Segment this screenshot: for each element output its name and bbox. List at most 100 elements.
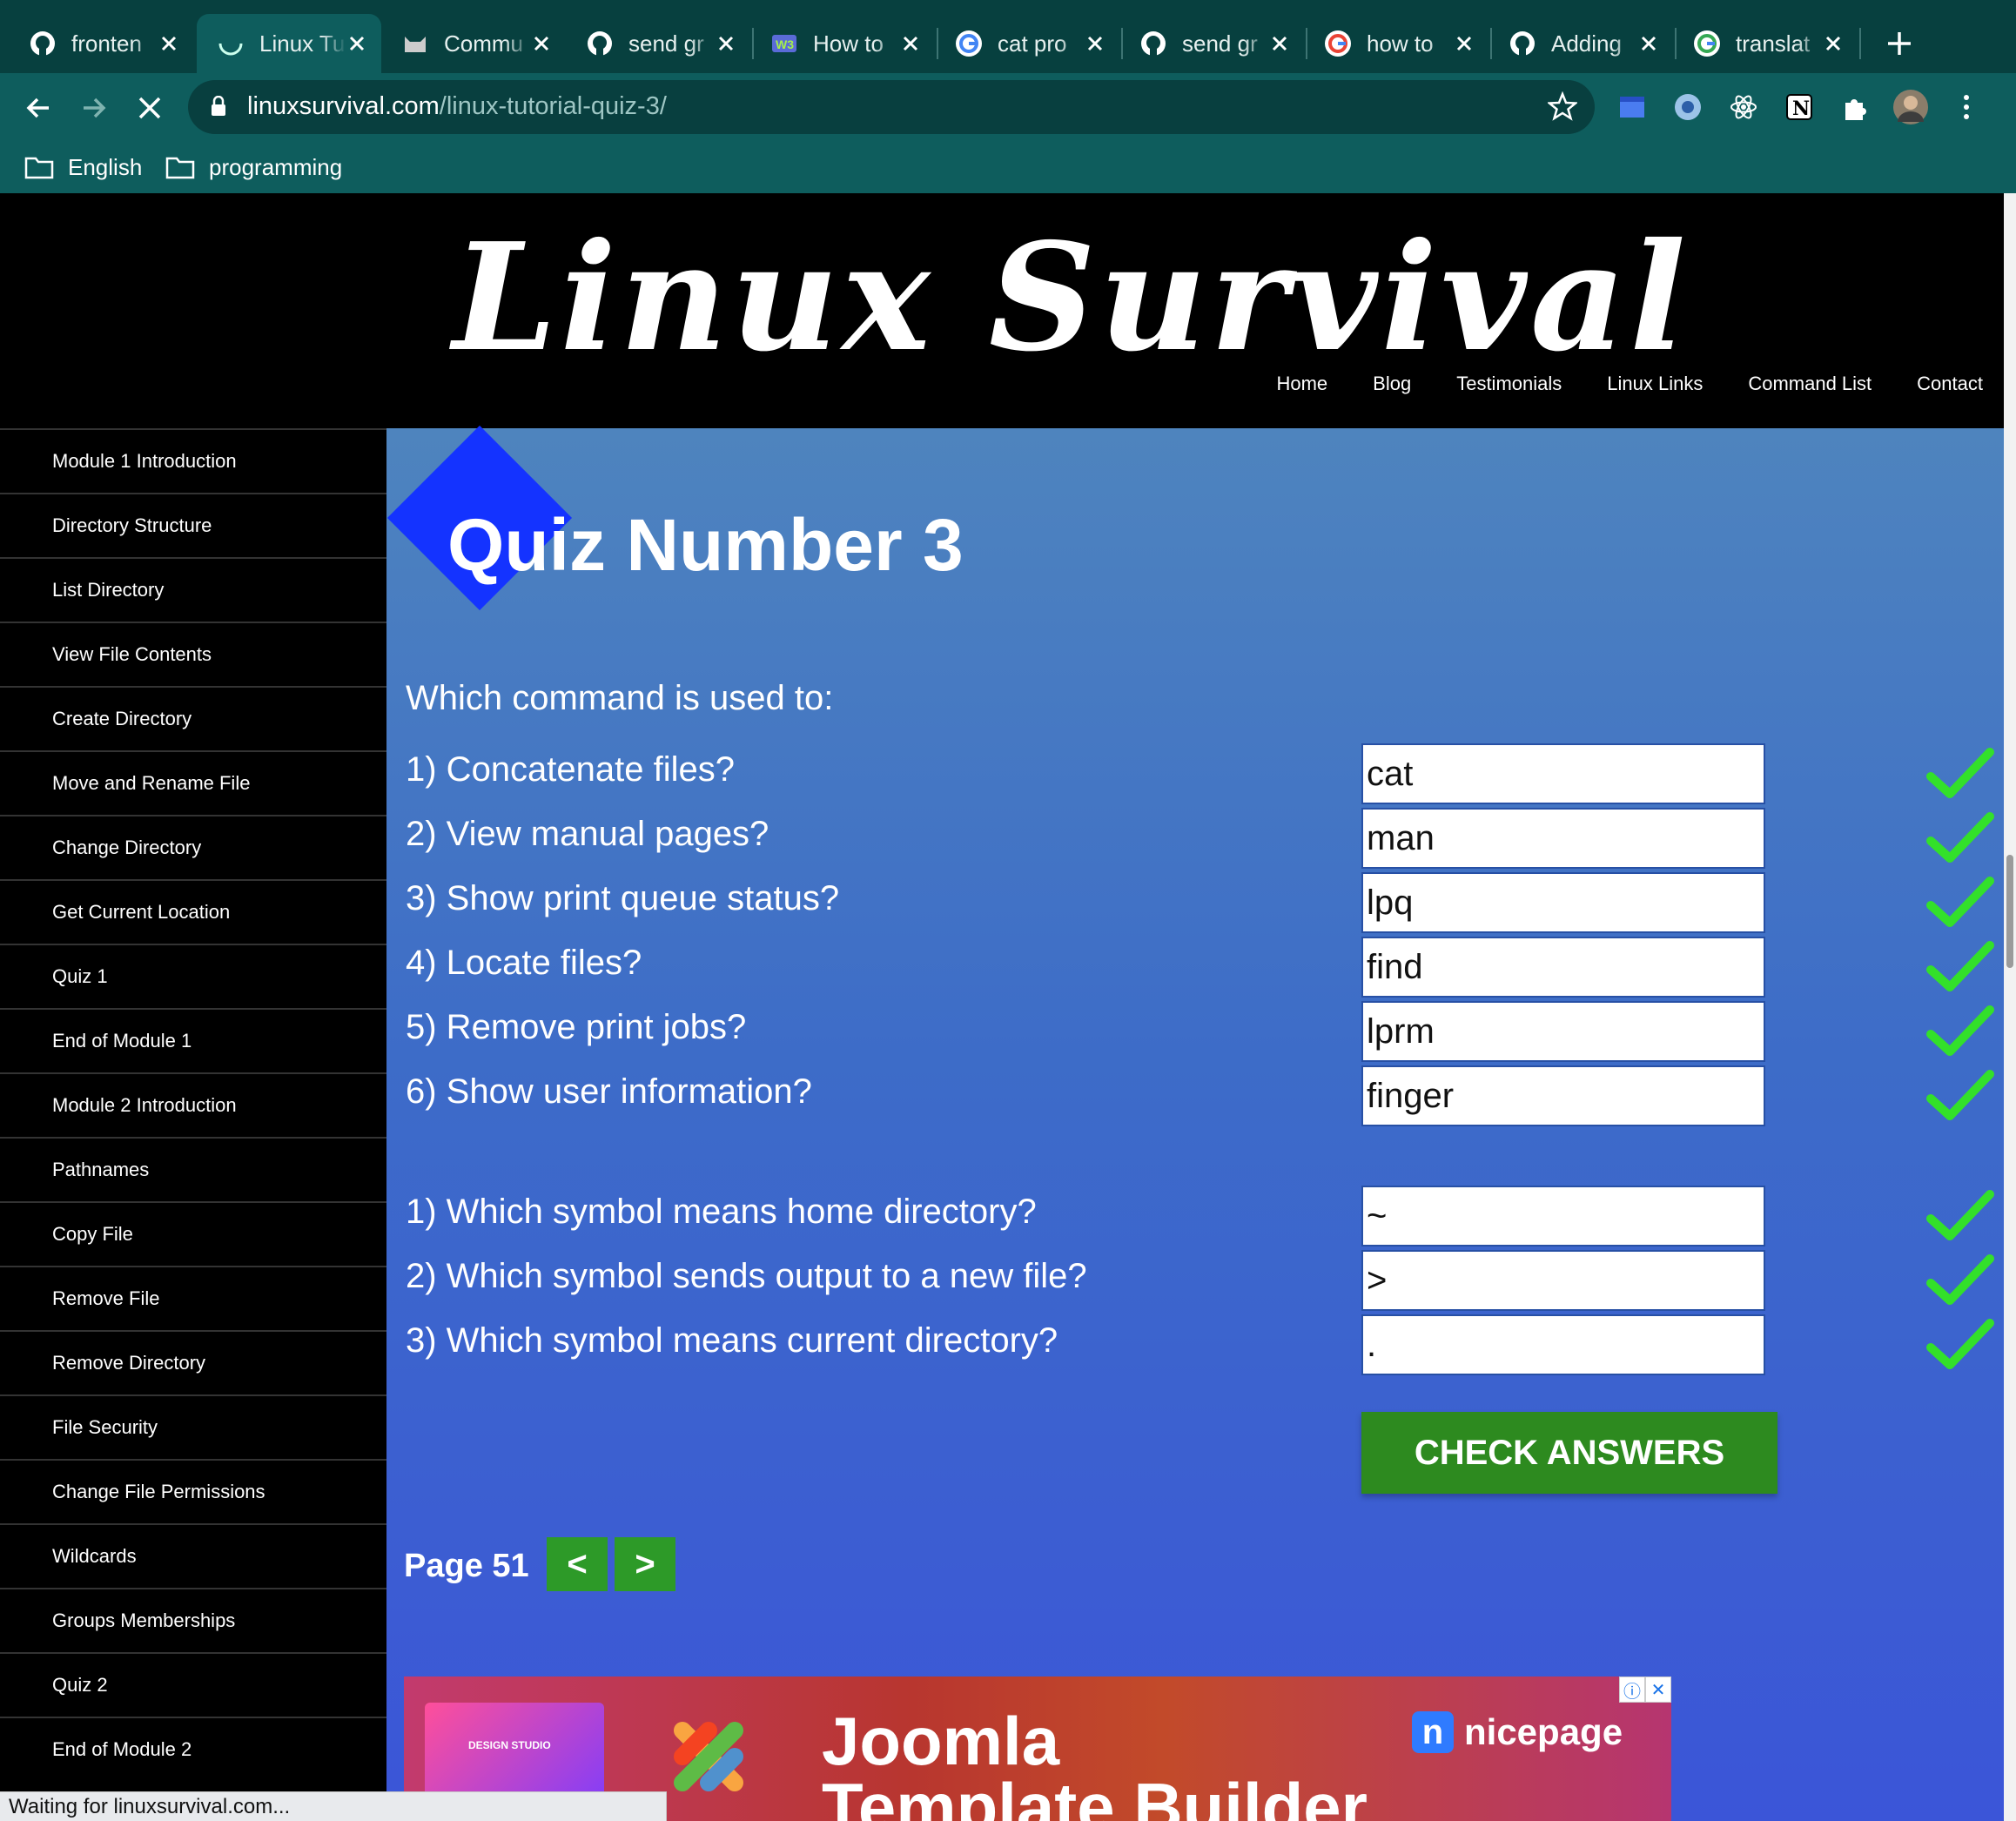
stop-loading-button[interactable] <box>131 89 169 127</box>
checkmark-icon <box>1926 812 1994 863</box>
checkmark-icon <box>1926 1070 1994 1120</box>
question-label: 5) Remove print jobs? <box>406 1008 747 1046</box>
page-number: Page 51 <box>404 1548 529 1584</box>
site-header: Linux Survival Home Blog Testimonials Li… <box>0 193 2004 428</box>
address-bar[interactable]: linuxsurvival.com/linux-tutorial-quiz-3/ <box>188 80 1595 134</box>
close-icon[interactable] <box>1636 31 1661 56</box>
answer-field[interactable] <box>1361 743 1765 804</box>
sidebar-item[interactable]: Remove Directory <box>0 1330 386 1394</box>
close-icon[interactable] <box>898 31 923 56</box>
sidebar-item[interactable]: End of Module 2 <box>0 1717 386 1781</box>
nav-contact[interactable]: Contact <box>1917 373 1983 395</box>
tab-3[interactable]: Commu <box>381 14 566 73</box>
sidebar-item[interactable]: Module 2 Introduction <box>0 1072 386 1137</box>
check-answers-button[interactable]: CHECK ANSWERS <box>1361 1412 1777 1494</box>
answer-field[interactable] <box>1361 1186 1765 1246</box>
sidebar-item[interactable]: Copy File <box>0 1201 386 1266</box>
browser-menu-icon[interactable] <box>1948 89 1985 125</box>
tab-6[interactable]: cat pro <box>935 14 1119 73</box>
ad-close-icon[interactable]: ✕ <box>1645 1677 1671 1703</box>
tab-1[interactable]: fronten <box>9 14 193 73</box>
tab-9[interactable]: Adding <box>1488 14 1673 73</box>
sidebar-item[interactable]: Create Directory <box>0 686 386 750</box>
tab-4[interactable]: send gr <box>566 14 750 73</box>
bookmark-star-icon[interactable] <box>1546 91 1579 125</box>
nav-linux-links[interactable]: Linux Links <box>1607 373 1703 395</box>
previous-page-button[interactable]: < <box>547 1537 608 1591</box>
bookmark-folder-programming[interactable]: programming <box>165 150 342 185</box>
page-scrollbar[interactable] <box>2004 193 2016 1821</box>
url-path: /linux-tutorial-quiz-3/ <box>439 92 667 120</box>
back-button[interactable] <box>19 89 57 127</box>
tab-divider <box>1306 28 1307 59</box>
site-logo[interactable]: Linux Survival <box>453 211 1686 385</box>
new-tab-button[interactable] <box>1878 23 1920 64</box>
sidebar-item[interactable]: Get Current Location <box>0 879 386 944</box>
tab-8[interactable]: how to <box>1304 14 1488 73</box>
answer-field[interactable] <box>1361 808 1765 869</box>
sidebar-item[interactable]: Change File Permissions <box>0 1459 386 1523</box>
close-icon[interactable] <box>1267 31 1292 56</box>
profile-avatar[interactable] <box>1892 89 1929 125</box>
nav-command-list[interactable]: Command List <box>1748 373 1872 395</box>
nav-testimonials[interactable]: Testimonials <box>1456 373 1562 395</box>
close-icon[interactable] <box>529 31 554 56</box>
close-icon[interactable] <box>1452 31 1476 56</box>
tab-10[interactable]: translat <box>1673 14 1858 73</box>
sidebar-item[interactable]: Quiz 2 <box>0 1652 386 1717</box>
tab-divider <box>1121 28 1123 59</box>
sidebar-item[interactable]: Remove File <box>0 1266 386 1330</box>
sidebar-item[interactable]: Module 1 Introduction <box>0 428 386 493</box>
extension-window-icon[interactable] <box>1614 89 1650 125</box>
github-icon <box>1139 29 1168 58</box>
nav-blog[interactable]: Blog <box>1373 373 1411 395</box>
answer-field[interactable] <box>1361 937 1765 998</box>
tab-2[interactable]: Linux Tu <box>197 14 381 73</box>
sidebar-item[interactable]: End of Module 1 <box>0 1008 386 1072</box>
google-icon <box>1323 29 1353 58</box>
sidebar-item[interactable]: Change Directory <box>0 815 386 879</box>
notion-icon[interactable]: N <box>1781 89 1818 125</box>
close-icon[interactable] <box>345 31 369 56</box>
sidebar-item[interactable]: List Directory <box>0 557 386 622</box>
ad-thumbnail-text: DESIGN STUDIO <box>468 1739 551 1751</box>
sidebar-item[interactable]: File Security <box>0 1394 386 1459</box>
sidebar-item[interactable]: Groups Memberships <box>0 1588 386 1652</box>
answer-field[interactable] <box>1361 1250 1765 1311</box>
sidebar-item[interactable]: Directory Structure <box>0 493 386 557</box>
sidebar-item[interactable]: Move and Rename File <box>0 750 386 815</box>
close-icon[interactable] <box>1083 31 1107 56</box>
checkmark-icon <box>1926 1190 1994 1240</box>
answer-field[interactable] <box>1361 1314 1765 1375</box>
bookmark-folder-english[interactable]: English <box>24 150 142 185</box>
answer-field[interactable] <box>1361 1001 1765 1062</box>
module-sidebar: Module 1 Introduction Directory Structur… <box>0 428 386 1821</box>
close-icon[interactable] <box>714 31 738 56</box>
scrollbar-thumb[interactable] <box>2006 855 2013 968</box>
answer-field[interactable] <box>1361 1065 1765 1126</box>
sidebar-item[interactable]: Pathnames <box>0 1137 386 1201</box>
answer-field[interactable] <box>1361 872 1765 933</box>
w3-icon: W3 <box>769 29 799 58</box>
question-label: 2) View manual pages? <box>406 815 769 853</box>
react-devtools-icon[interactable] <box>1725 89 1762 125</box>
sidebar-item[interactable]: Wildcards <box>0 1523 386 1588</box>
tab-7[interactable]: send gr <box>1119 14 1304 73</box>
lock-icon <box>211 95 226 121</box>
close-icon[interactable] <box>157 31 181 56</box>
url-host: linuxsurvival.com <box>247 92 440 120</box>
tab-5[interactable]: W3 How to <box>750 14 935 73</box>
close-icon[interactable] <box>1821 31 1845 56</box>
next-page-button[interactable]: > <box>615 1537 675 1591</box>
extension-circle-icon[interactable] <box>1670 89 1706 125</box>
forward-button[interactable] <box>75 89 113 127</box>
tab-title: how to <box>1367 30 1434 57</box>
sidebar-item[interactable]: View File Contents <box>0 622 386 686</box>
nav-home[interactable]: Home <box>1276 373 1327 395</box>
extensions-puzzle-icon[interactable] <box>1837 89 1873 125</box>
tab-title: How to <box>813 30 884 57</box>
sidebar-item[interactable]: Quiz 1 <box>0 944 386 1008</box>
tab-title: translat <box>1736 30 1811 57</box>
ad-info-icon[interactable]: ⓘ <box>1619 1677 1645 1703</box>
folder-icon <box>24 157 54 179</box>
